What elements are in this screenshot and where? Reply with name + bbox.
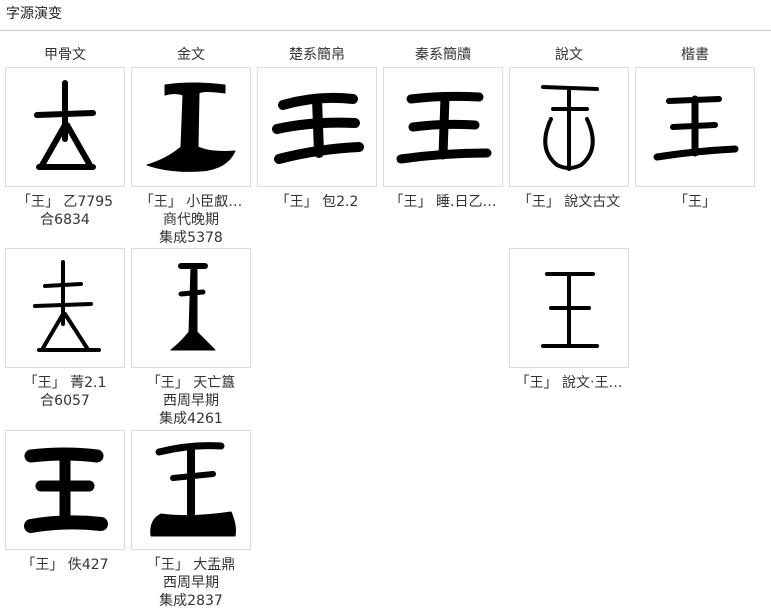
- oracle-bone-glyph-icon: [24, 447, 108, 533]
- glyph-caption: 集成4261: [159, 411, 223, 427]
- glyph-card-jiaguwen-3[interactable]: 「王」 佚427: [5, 430, 125, 574]
- chu-bamboo-glyph-icon: [272, 92, 364, 164]
- glyph-caption: 商代晚期: [163, 212, 219, 228]
- glyph-caption: 「王」 菁2.1: [23, 375, 107, 391]
- glyph-caption: 集成5378: [159, 230, 223, 246]
- glyph-image[interactable]: [131, 67, 251, 187]
- column-header-chuxi: 楚系簡帛: [289, 47, 345, 63]
- glyph-image[interactable]: [383, 67, 503, 187]
- glyph-image[interactable]: [257, 67, 377, 187]
- glyph-card-shuowen-1[interactable]: 「王」 說文古文: [509, 67, 629, 211]
- glyph-image[interactable]: [635, 67, 755, 187]
- section-divider: [0, 30, 771, 31]
- glyph-caption: 「王」 睡.日乙…: [389, 194, 497, 210]
- bronze-glyph-icon: [146, 82, 236, 172]
- glyph-card-chuxi-1[interactable]: 「王」 包2.2: [257, 67, 377, 211]
- section-title: 字源演变: [6, 6, 62, 22]
- glyph-caption: 「王」 說文‧王…: [515, 375, 623, 391]
- shuowen-ancient-glyph-icon: [541, 85, 599, 171]
- glyph-card-jinwen-1[interactable]: 「王」 小臣𠭯… 商代晚期 集成5378: [131, 67, 251, 247]
- column-header-qinxi: 秦系簡牘: [415, 47, 471, 63]
- glyph-card-qinxi-1[interactable]: 「王」 睡.日乙…: [383, 67, 503, 211]
- shuowen-seal-glyph-icon: [541, 272, 599, 348]
- glyph-caption: 西周早期: [163, 575, 219, 591]
- glyph-caption: 合6834: [40, 212, 90, 228]
- oracle-bone-glyph-icon: [33, 260, 101, 352]
- column-header-jinwen: 金文: [177, 47, 205, 63]
- glyph-caption: 「王」 說文古文: [517, 194, 621, 210]
- glyph-caption: 「王」 小臣𠭯…: [139, 194, 243, 210]
- glyph-image[interactable]: [131, 248, 251, 368]
- glyph-card-kaishu-1[interactable]: 「王」: [635, 67, 755, 211]
- glyph-image[interactable]: [5, 248, 125, 368]
- glyph-caption: 集成2837: [159, 593, 223, 609]
- regular-script-glyph-icon: [653, 95, 739, 161]
- glyph-card-jiaguwen-2[interactable]: 「王」 菁2.1 合6057: [5, 248, 125, 410]
- glyph-image[interactable]: [5, 430, 125, 550]
- glyph-card-jinwen-2[interactable]: 「王」 天亡簋 西周早期 集成4261: [131, 248, 251, 428]
- glyph-card-jinwen-3[interactable]: 「王」 大盂鼎 西周早期 集成2837: [131, 430, 251, 610]
- glyph-caption: 「王」 天亡簋: [146, 375, 236, 391]
- glyph-caption: 西周早期: [163, 393, 219, 409]
- glyph-image[interactable]: [509, 248, 629, 368]
- bronze-glyph-icon: [170, 263, 216, 351]
- glyph-caption: 「王」 佚427: [21, 557, 109, 573]
- glyph-image[interactable]: [509, 67, 629, 187]
- glyph-caption: 「王」 包2.2: [275, 194, 359, 210]
- bronze-glyph-icon: [150, 442, 236, 537]
- oracle-bone-glyph-icon: [34, 80, 96, 170]
- qin-bamboo-glyph-icon: [396, 91, 492, 164]
- glyph-caption: 「王」: [674, 194, 716, 210]
- glyph-image[interactable]: [131, 430, 251, 550]
- glyph-card-jiaguwen-1[interactable]: 「王」 乙7795 合6834: [5, 67, 125, 229]
- glyph-card-shuowen-2[interactable]: 「王」 說文‧王…: [509, 248, 629, 392]
- column-header-shuowen: 說文: [555, 47, 583, 63]
- column-header-kaishu: 楷書: [681, 47, 709, 63]
- glyph-caption: 合6057: [40, 393, 90, 409]
- glyph-image[interactable]: [5, 67, 125, 187]
- glyph-caption: 「王」 乙7795: [16, 194, 114, 210]
- column-header-jiaguwen: 甲骨文: [44, 47, 86, 63]
- glyph-caption: 「王」 大盂鼎: [146, 557, 236, 573]
